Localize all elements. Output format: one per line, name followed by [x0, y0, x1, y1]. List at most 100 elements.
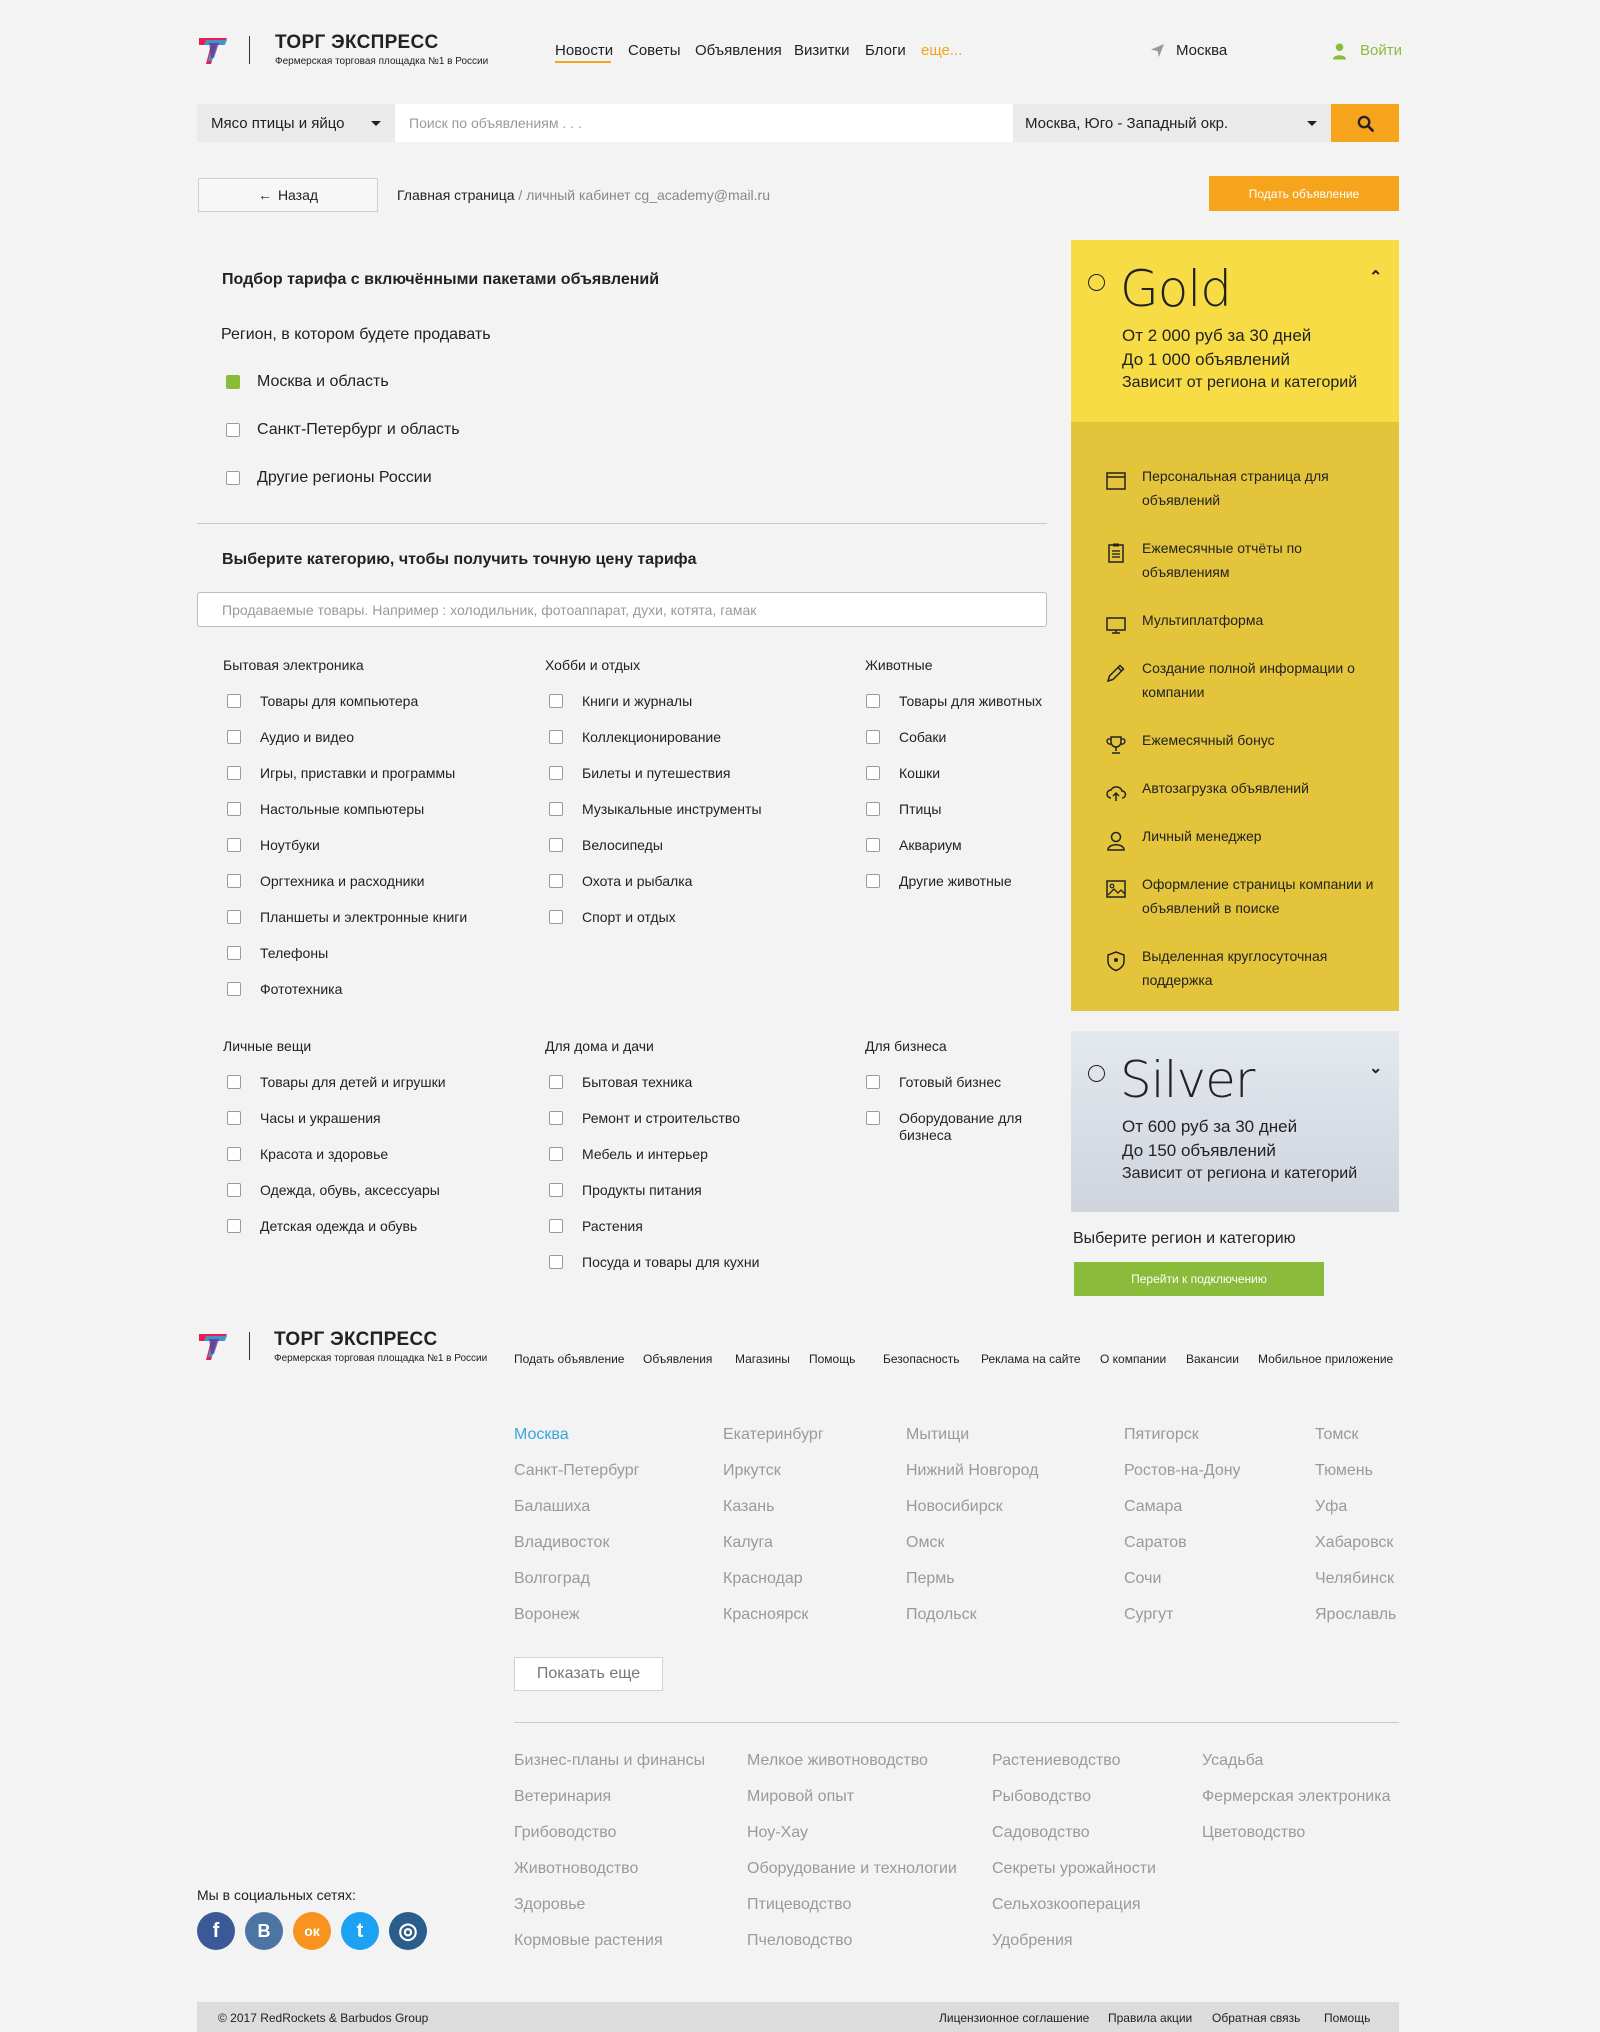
category-option[interactable]: Оборудование для бизнеса	[866, 1110, 1046, 1144]
checkbox[interactable]	[549, 1075, 563, 1089]
checkbox[interactable]	[866, 1075, 880, 1089]
checkbox[interactable]	[227, 802, 241, 816]
city-link[interactable]: Сургут	[1124, 1606, 1173, 1624]
checkbox[interactable]	[549, 1111, 563, 1125]
topic-link[interactable]: Пчеловодство	[747, 1932, 852, 1950]
checkbox[interactable]	[549, 874, 563, 888]
checkbox[interactable]	[227, 1183, 241, 1197]
city-link[interactable]: Волгоград	[514, 1570, 590, 1588]
topic-link[interactable]: Садоводство	[992, 1824, 1090, 1842]
category-option[interactable]: Красота и здоровье	[227, 1146, 388, 1162]
checkbox[interactable]	[549, 910, 563, 924]
checkbox[interactable]	[227, 982, 241, 996]
category-option[interactable]: Оргтехника и расходники	[227, 873, 424, 889]
bottom-link[interactable]: Помощь	[1324, 2011, 1370, 2025]
nav-blogs[interactable]: Блоги	[865, 42, 906, 59]
nav-ads[interactable]: Объявления	[695, 42, 782, 59]
topic-link[interactable]: Секреты урожайности	[992, 1860, 1156, 1878]
category-option[interactable]: Товары для животных	[866, 693, 1042, 709]
checkbox[interactable]	[549, 838, 563, 852]
category-option[interactable]: Игры, приставки и программы	[227, 765, 455, 781]
city-link[interactable]: Екатеринбург	[723, 1426, 824, 1444]
category-option[interactable]: Собаки	[866, 729, 946, 745]
footer-link[interactable]: Безопасность	[883, 1352, 960, 1366]
city-link[interactable]: Сочи	[1124, 1570, 1161, 1588]
plan-silver-radio[interactable]	[1088, 1065, 1105, 1082]
twitter-icon[interactable]: t	[341, 1912, 379, 1950]
topic-link[interactable]: Рыбоводство	[992, 1788, 1091, 1806]
checkbox[interactable]	[549, 1219, 563, 1233]
region-option-other[interactable]: Другие регионы России	[226, 469, 432, 487]
checkbox[interactable]	[866, 766, 880, 780]
bottom-link[interactable]: Обратная связь	[1212, 2011, 1300, 2025]
checkbox[interactable]	[227, 766, 241, 780]
city-link[interactable]: Санкт-Петербург	[514, 1462, 639, 1480]
city-link[interactable]: Ростов-на-Дону	[1124, 1462, 1241, 1480]
region-select[interactable]: Москва, Юго - Западный окр.	[1013, 104, 1331, 142]
category-option[interactable]: Ремонт и строительство	[549, 1110, 740, 1126]
nav-tips[interactable]: Советы	[628, 42, 680, 59]
checkbox[interactable]	[226, 423, 240, 437]
region-option-spb[interactable]: Санкт-Петербург и область	[226, 421, 460, 439]
topic-link[interactable]: Цветоводство	[1202, 1824, 1305, 1842]
checkbox[interactable]	[227, 1111, 241, 1125]
category-option[interactable]: Растения	[549, 1218, 643, 1234]
category-option[interactable]: Спорт и отдых	[549, 909, 676, 925]
login-link[interactable]: Войти	[1360, 42, 1402, 59]
category-option[interactable]: Товары для детей и игрушки	[227, 1074, 446, 1090]
checkbox[interactable]	[226, 471, 240, 485]
instagram-icon[interactable]: ◎	[389, 1912, 427, 1950]
city-link[interactable]: Саратов	[1124, 1534, 1187, 1552]
footer-link[interactable]: Реклама на сайте	[981, 1352, 1081, 1366]
city-link[interactable]: Нижний Новгород	[906, 1462, 1038, 1480]
checkbox[interactable]	[549, 802, 563, 816]
city-link[interactable]: Казань	[723, 1498, 774, 1516]
checkbox[interactable]	[549, 1183, 563, 1197]
region-option-moscow[interactable]: Москва и область	[226, 373, 389, 391]
back-button[interactable]: ← Назад	[198, 178, 378, 212]
checkbox[interactable]	[866, 874, 880, 888]
checkbox[interactable]	[866, 802, 880, 816]
city-link[interactable]: Подольск	[906, 1606, 977, 1624]
topic-link[interactable]: Усадьба	[1202, 1752, 1263, 1770]
category-option[interactable]: Одежда, обувь, аксессуары	[227, 1182, 440, 1198]
category-option[interactable]: Часы и украшения	[227, 1110, 381, 1126]
chevron-down-icon[interactable]: ⌄	[1369, 1058, 1382, 1078]
post-ad-button[interactable]: Подать объявление	[1209, 176, 1399, 211]
category-search-input[interactable]	[197, 592, 1047, 627]
odnoklassniki-icon[interactable]: ок	[293, 1912, 331, 1950]
city-link[interactable]: Москва	[514, 1426, 569, 1444]
category-option[interactable]: Посуда и товары для кухни	[549, 1254, 759, 1270]
category-option[interactable]: Фототехника	[227, 981, 342, 997]
checkbox[interactable]	[866, 1111, 880, 1125]
checkbox[interactable]	[227, 910, 241, 924]
checkbox[interactable]	[549, 694, 563, 708]
checkbox[interactable]	[549, 1147, 563, 1161]
checkbox[interactable]	[227, 1075, 241, 1089]
category-option[interactable]: Билеты и путешествия	[549, 765, 730, 781]
city-link[interactable]: Новосибирск	[906, 1498, 1003, 1516]
category-option[interactable]: Мебель и интерьер	[549, 1146, 708, 1162]
nav-more[interactable]: еще...	[921, 42, 962, 59]
checkbox[interactable]	[227, 1219, 241, 1233]
category-option[interactable]: Охота и рыбалка	[549, 873, 692, 889]
footer-link[interactable]: Вакансии	[1186, 1352, 1239, 1366]
category-option[interactable]: Бытовая техника	[549, 1074, 692, 1090]
footer-link[interactable]: Помощь	[809, 1352, 855, 1366]
category-option[interactable]: Готовый бизнес	[866, 1074, 1001, 1090]
vk-icon[interactable]: В	[245, 1912, 283, 1950]
checkbox[interactable]	[866, 838, 880, 852]
checkbox[interactable]	[227, 838, 241, 852]
topic-link[interactable]: Мелкое животноводство	[747, 1752, 928, 1770]
city-link[interactable]: Хабаровск	[1315, 1534, 1393, 1552]
topic-link[interactable]: Здоровье	[514, 1896, 585, 1914]
footer-link[interactable]: Мобильное приложение	[1258, 1352, 1393, 1366]
topic-link[interactable]: Бизнес-планы и финансы	[514, 1752, 705, 1770]
search-button[interactable]	[1331, 104, 1399, 142]
breadcrumb-home[interactable]: Главная страница	[397, 187, 515, 203]
city-link[interactable]: Мытищи	[906, 1426, 969, 1444]
category-option[interactable]: Другие животные	[866, 873, 1012, 889]
city-link[interactable]: Иркутск	[723, 1462, 781, 1480]
city-link[interactable]: Балашиха	[514, 1498, 590, 1516]
city-selector[interactable]: Москва	[1176, 42, 1227, 59]
